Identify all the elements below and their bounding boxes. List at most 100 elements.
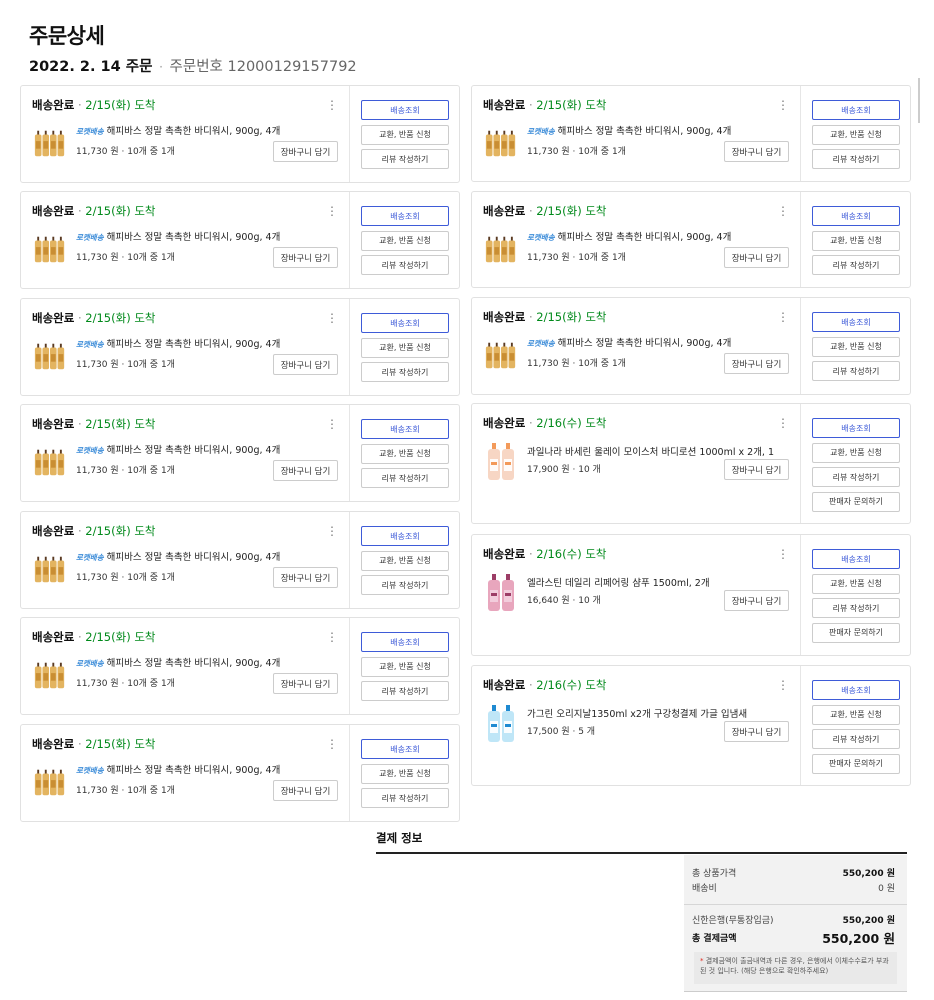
exchange-return-button[interactable]: 교환, 반품 신청	[812, 442, 900, 463]
write-review-button[interactable]: 리뷰 작성하기	[812, 598, 900, 618]
product-thumbnail[interactable]	[33, 341, 67, 371]
write-review-button[interactable]: 리뷰 작성하기	[812, 361, 900, 381]
product-name[interactable]: 로켓배송 해피바스 정말 촉촉한 바디워시, 900g, 4개	[76, 762, 280, 776]
write-review-button[interactable]: 리뷰 작성하기	[361, 255, 449, 275]
add-to-cart-button[interactable]: 장바구니 담기	[724, 353, 789, 374]
write-review-button[interactable]: 리뷰 작성하기	[812, 467, 900, 487]
more-options-icon[interactable]: ⋮	[777, 416, 789, 430]
write-review-button[interactable]: 리뷰 작성하기	[361, 149, 449, 169]
add-to-cart-button[interactable]: 장바구니 담기	[724, 590, 789, 611]
more-options-icon[interactable]: ⋮	[326, 417, 338, 431]
add-to-cart-button[interactable]: 장바구니 담기	[273, 780, 338, 801]
add-to-cart-button[interactable]: 장바구니 담기	[273, 354, 338, 375]
product-thumbnail[interactable]	[484, 340, 518, 370]
order-item-actions: 배송조회교환, 반품 신청리뷰 작성하기판매자 문의하기	[800, 535, 910, 655]
exchange-return-button[interactable]: 교환, 반품 신청	[812, 336, 900, 357]
product-name[interactable]: 로켓배송 해피바스 정말 촉촉한 바디워시, 900g, 4개	[76, 655, 280, 669]
write-review-button[interactable]: 리뷰 작성하기	[812, 255, 900, 275]
track-delivery-button[interactable]: 배송조회	[812, 549, 900, 569]
more-options-icon[interactable]: ⋮	[326, 630, 338, 644]
more-options-icon[interactable]: ⋮	[777, 98, 789, 112]
exchange-return-button[interactable]: 교환, 반품 신청	[361, 337, 449, 358]
product-thumbnail[interactable]	[33, 128, 67, 158]
add-to-cart-button[interactable]: 장바구니 담기	[724, 721, 789, 742]
exchange-return-button[interactable]: 교환, 반품 신청	[812, 704, 900, 725]
track-delivery-button[interactable]: 배송조회	[361, 419, 449, 439]
track-delivery-button[interactable]: 배송조회	[812, 206, 900, 226]
track-delivery-button[interactable]: 배송조회	[361, 739, 449, 759]
track-delivery-button[interactable]: 배송조회	[812, 312, 900, 332]
add-to-cart-button[interactable]: 장바구니 담기	[273, 141, 338, 162]
product-thumbnail[interactable]	[486, 704, 516, 744]
more-options-icon[interactable]: ⋮	[777, 310, 789, 324]
product-name[interactable]: 로켓배송 해피바스 정말 촉촉한 바디워시, 900g, 4개	[76, 336, 280, 350]
track-delivery-button[interactable]: 배송조회	[361, 526, 449, 546]
more-options-icon[interactable]: ⋮	[326, 98, 338, 112]
product-name[interactable]: 엘라스틴 데일리 리페어링 샴푸 1500ml, 2개	[527, 575, 710, 589]
track-delivery-button[interactable]: 배송조회	[361, 632, 449, 652]
add-to-cart-button[interactable]: 장바구니 담기	[273, 673, 338, 694]
product-thumbnail[interactable]	[33, 447, 67, 477]
write-review-button[interactable]: 리뷰 작성하기	[361, 362, 449, 382]
product-thumbnail[interactable]	[484, 234, 518, 264]
add-to-cart-button[interactable]: 장바구니 담기	[273, 247, 338, 268]
write-review-button[interactable]: 리뷰 작성하기	[361, 468, 449, 488]
track-delivery-button[interactable]: 배송조회	[361, 100, 449, 120]
add-to-cart-button[interactable]: 장바구니 담기	[724, 459, 789, 480]
track-delivery-button[interactable]: 배송조회	[812, 418, 900, 438]
add-to-cart-button[interactable]: 장바구니 담기	[724, 141, 789, 162]
track-delivery-button[interactable]: 배송조회	[812, 100, 900, 120]
track-delivery-button[interactable]: 배송조회	[361, 313, 449, 333]
contact-seller-button[interactable]: 판매자 문의하기	[812, 622, 900, 643]
more-options-icon[interactable]: ⋮	[777, 204, 789, 218]
product-name[interactable]: 로켓배송 해피바스 정말 촉촉한 바디워시, 900g, 4개	[527, 123, 731, 137]
exchange-return-button[interactable]: 교환, 반품 신청	[812, 124, 900, 145]
exchange-return-button[interactable]: 교환, 반품 신청	[361, 443, 449, 464]
order-item-info: 배송완료 · 2/16(수) 도착 ⋮ 가그린 오리지날1350ml x2개 구…	[472, 666, 800, 785]
add-to-cart-button[interactable]: 장바구니 담기	[273, 460, 338, 481]
more-options-icon[interactable]: ⋮	[326, 204, 338, 218]
product-thumbnail[interactable]	[486, 573, 516, 613]
product-name[interactable]: 로켓배송 해피바스 정말 촉촉한 바디워시, 900g, 4개	[527, 229, 731, 243]
contact-seller-button[interactable]: 판매자 문의하기	[812, 491, 900, 512]
exchange-return-button[interactable]: 교환, 반품 신청	[361, 763, 449, 784]
exchange-return-button[interactable]: 교환, 반품 신청	[361, 230, 449, 251]
product-title: 과일나라 바세린 울레이 모이스처 바디로션 1000ml x 2개, 1	[527, 447, 775, 458]
product-name[interactable]: 로켓배송 해피바스 정말 촉촉한 바디워시, 900g, 4개	[76, 442, 280, 456]
more-options-icon[interactable]: ⋮	[326, 524, 338, 538]
product-thumbnail[interactable]	[33, 660, 67, 690]
exchange-return-button[interactable]: 교환, 반품 신청	[812, 573, 900, 594]
product-price: 11,730 원 · 10개 중 1개	[76, 679, 175, 689]
add-to-cart-button[interactable]: 장바구니 담기	[724, 247, 789, 268]
exchange-return-button[interactable]: 교환, 반품 신청	[361, 124, 449, 145]
add-to-cart-button[interactable]: 장바구니 담기	[273, 567, 338, 588]
product-thumbnail[interactable]	[484, 128, 518, 158]
more-options-icon[interactable]: ⋮	[777, 678, 789, 692]
write-review-button[interactable]: 리뷰 작성하기	[361, 788, 449, 808]
track-delivery-button[interactable]: 배송조회	[361, 206, 449, 226]
product-thumbnail[interactable]	[486, 442, 516, 482]
exchange-return-button[interactable]: 교환, 반품 신청	[361, 656, 449, 677]
write-review-button[interactable]: 리뷰 작성하기	[361, 681, 449, 701]
more-options-icon[interactable]: ⋮	[326, 311, 338, 325]
product-name[interactable]: 로켓배송 해피바스 정말 촉촉한 바디워시, 900g, 4개	[76, 229, 280, 243]
write-review-button[interactable]: 리뷰 작성하기	[812, 149, 900, 169]
product-name[interactable]: 가그린 오리지날1350ml x2개 구강청결제 가글 입냄새	[527, 706, 747, 720]
exchange-return-button[interactable]: 교환, 반품 신청	[361, 550, 449, 571]
product-thumbnail[interactable]	[33, 767, 67, 797]
product-name[interactable]: 로켓배송 해피바스 정말 촉촉한 바디워시, 900g, 4개	[527, 335, 731, 349]
scroll-indicator[interactable]	[918, 78, 920, 123]
product-name[interactable]: 과일나라 바세린 울레이 모이스처 바디로션 1000ml x 2개, 1	[527, 444, 774, 458]
more-options-icon[interactable]: ⋮	[326, 737, 338, 751]
product-name[interactable]: 로켓배송 해피바스 정말 촉촉한 바디워시, 900g, 4개	[76, 549, 280, 563]
product-thumbnail[interactable]	[33, 234, 67, 264]
product-thumbnail[interactable]	[33, 554, 67, 584]
more-options-icon[interactable]: ⋮	[777, 547, 789, 561]
product-name[interactable]: 로켓배송 해피바스 정말 촉촉한 바디워시, 900g, 4개	[76, 123, 280, 137]
track-delivery-button[interactable]: 배송조회	[812, 680, 900, 700]
write-review-button[interactable]: 리뷰 작성하기	[812, 729, 900, 749]
product-title: 해피바스 정말 촉촉한 바디워시, 900g, 4개	[557, 232, 732, 243]
write-review-button[interactable]: 리뷰 작성하기	[361, 575, 449, 595]
contact-seller-button[interactable]: 판매자 문의하기	[812, 753, 900, 774]
exchange-return-button[interactable]: 교환, 반품 신청	[812, 230, 900, 251]
